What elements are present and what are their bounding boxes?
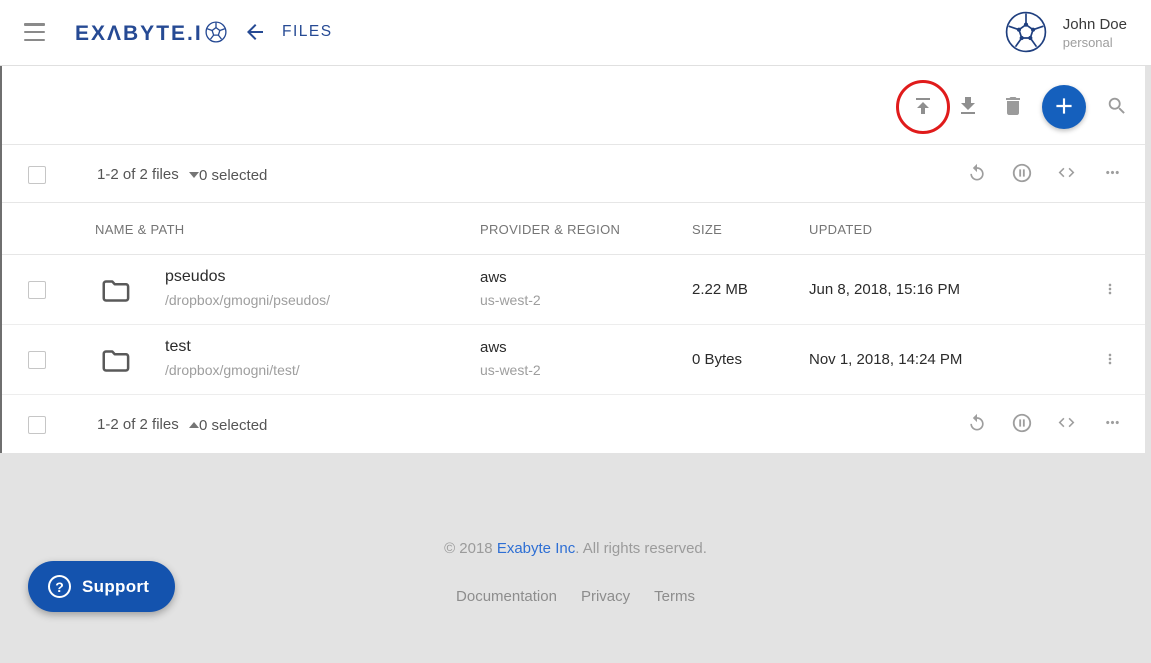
table-row[interactable]: test /dropbox/gmogni/test/ aws us-west-2… — [2, 325, 1145, 395]
refresh-icon — [967, 413, 987, 436]
footer-link-terms[interactable]: Terms — [654, 588, 695, 605]
download-button[interactable] — [950, 89, 986, 125]
app-header: EXΛBYTE.I FILES — [0, 0, 1151, 66]
code-icon — [1057, 413, 1076, 435]
row-checkbox[interactable] — [28, 281, 46, 299]
user-menu[interactable]: John Doe personal — [1005, 0, 1127, 66]
table-row[interactable]: pseudos /dropbox/gmogni/pseudos/ aws us-… — [2, 255, 1145, 325]
refresh-button[interactable] — [959, 406, 995, 442]
select-all-checkbox[interactable] — [28, 166, 46, 184]
footer-link-documentation[interactable]: Documentation — [456, 588, 557, 605]
file-provider: aws — [480, 269, 507, 286]
pause-circle-icon — [1011, 412, 1033, 437]
footer-link-privacy[interactable]: Privacy — [581, 588, 630, 605]
file-region: us-west-2 — [480, 292, 541, 308]
support-label: Support — [82, 577, 149, 597]
column-header-updated: UPDATED — [809, 222, 872, 237]
code-button[interactable] — [1048, 406, 1084, 442]
list-toolbar-bottom: 1-2 of 2 files 0 selected — [2, 396, 1145, 453]
copyright: © 2018 Exabyte Inc. All rights reserved. — [0, 540, 1151, 557]
kebab-menu-icon — [1102, 351, 1118, 370]
more-horizontal-icon — [1103, 163, 1122, 185]
file-size: 0 Bytes — [692, 351, 742, 368]
file-provider: aws — [480, 339, 507, 356]
file-name: test — [165, 338, 191, 356]
copyright-prefix: © 2018 — [444, 540, 497, 557]
folder-icon — [101, 348, 131, 379]
code-button[interactable] — [1048, 156, 1084, 192]
more-button[interactable] — [1094, 406, 1130, 442]
page-title: FILES — [282, 23, 333, 41]
refresh-icon — [967, 163, 987, 186]
pause-button[interactable] — [1004, 156, 1040, 192]
app: EXΛBYTE.I FILES — [0, 0, 1151, 663]
file-updated: Jun 8, 2018, 15:16 PM — [809, 281, 960, 298]
column-header-name-path: NAME & PATH — [95, 222, 185, 237]
pagination-dropdown[interactable]: 1-2 of 2 files — [97, 396, 199, 453]
pagination-label: 1-2 of 2 files — [97, 166, 179, 183]
folder-icon — [101, 278, 131, 309]
support-button[interactable]: ? Support — [28, 561, 175, 612]
selected-count: 0 selected — [199, 167, 267, 184]
search-button[interactable] — [1099, 89, 1135, 125]
file-updated: Nov 1, 2018, 14:24 PM — [809, 351, 962, 368]
column-header-provider-region: PROVIDER & REGION — [480, 222, 620, 237]
select-all-checkbox[interactable] — [28, 416, 46, 434]
pause-circle-icon — [1011, 162, 1033, 187]
pause-button[interactable] — [1004, 406, 1040, 442]
user-role: personal — [1063, 35, 1113, 50]
plus-icon — [1051, 93, 1077, 122]
file-region: us-west-2 — [480, 362, 541, 378]
chevron-up-icon — [189, 422, 199, 428]
pagination-label: 1-2 of 2 files — [97, 416, 179, 433]
row-menu-button[interactable] — [1092, 272, 1128, 308]
back-button[interactable] — [241, 20, 269, 46]
chevron-down-icon — [189, 172, 199, 178]
more-horizontal-icon — [1103, 413, 1122, 435]
file-name: pseudos — [165, 268, 226, 286]
logo-text: EXΛBYTE.I — [75, 22, 203, 46]
file-path: /dropbox/gmogni/test/ — [165, 362, 300, 378]
file-size: 2.22 MB — [692, 281, 748, 298]
list-toolbar-top: 1-2 of 2 files 0 selected — [2, 146, 1145, 203]
delete-button[interactable] — [995, 89, 1031, 125]
file-path: /dropbox/gmogni/pseudos/ — [165, 292, 330, 308]
copyright-suffix: . All rights reserved. — [575, 540, 707, 557]
menu-button[interactable] — [24, 23, 46, 41]
more-button[interactable] — [1094, 156, 1130, 192]
table-header: NAME & PATH PROVIDER & REGION SIZE UPDAT… — [2, 204, 1145, 255]
upload-button[interactable] — [905, 89, 941, 125]
column-header-size: SIZE — [692, 222, 722, 237]
avatar — [1005, 11, 1047, 56]
logo: EXΛBYTE.I — [75, 19, 227, 48]
code-icon — [1057, 163, 1076, 185]
row-menu-button[interactable] — [1092, 342, 1128, 378]
upload-icon — [911, 94, 935, 121]
refresh-button[interactable] — [959, 156, 995, 192]
help-icon: ? — [48, 575, 71, 598]
company-link[interactable]: Exabyte Inc — [497, 540, 575, 557]
search-icon — [1106, 95, 1128, 120]
add-button[interactable] — [1042, 85, 1086, 129]
selected-count: 0 selected — [199, 417, 267, 434]
trash-icon — [1001, 94, 1025, 121]
logo-ball-icon — [205, 21, 227, 48]
pagination-dropdown[interactable]: 1-2 of 2 files — [97, 146, 199, 203]
row-checkbox[interactable] — [28, 351, 46, 369]
kebab-menu-icon — [1102, 281, 1118, 300]
download-icon — [956, 94, 980, 121]
user-name: John Doe — [1063, 16, 1127, 33]
back-arrow-icon — [243, 32, 267, 47]
